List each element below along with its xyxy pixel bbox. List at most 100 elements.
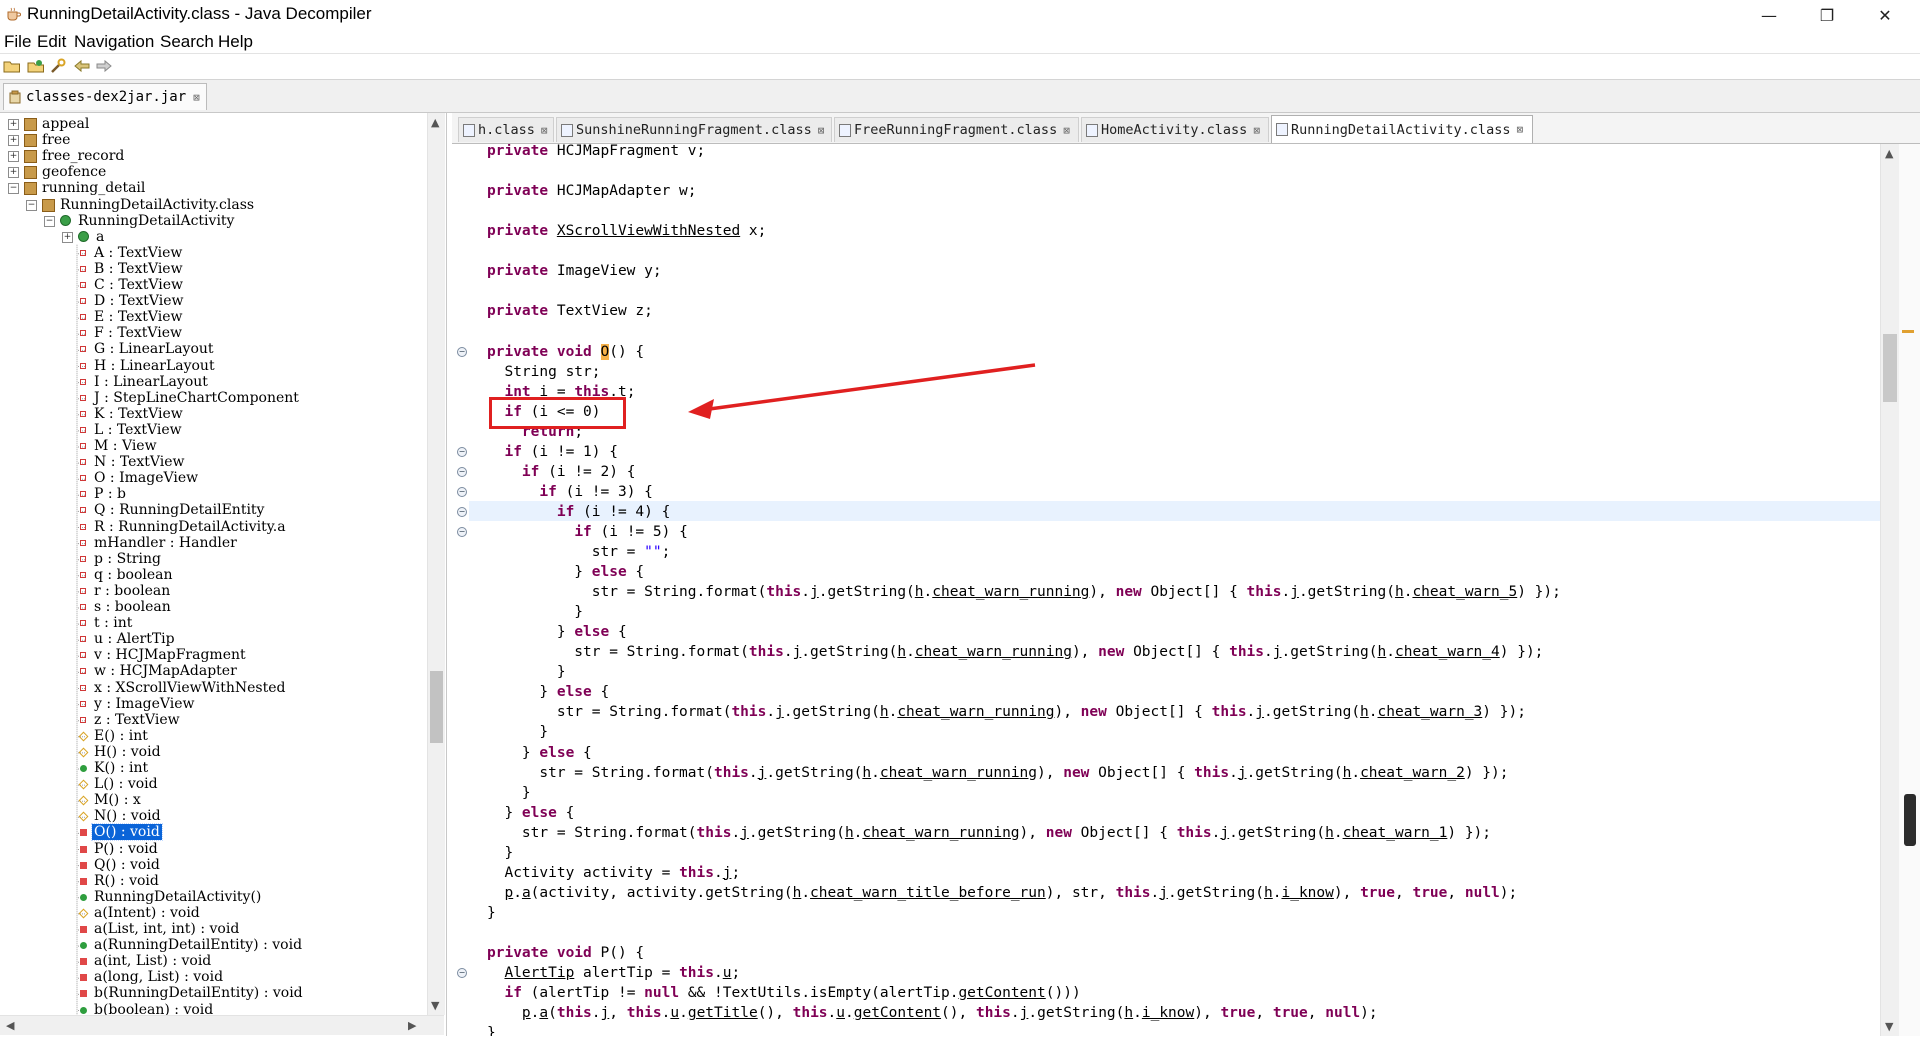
tree-item[interactable]: p : String xyxy=(92,551,163,567)
tree-item[interactable]: F : TextView xyxy=(92,325,184,341)
tree-scroll-thumb[interactable] xyxy=(430,671,443,743)
tree-item[interactable]: M() : x xyxy=(92,792,143,808)
tree-item[interactable]: G : LinearLayout xyxy=(92,341,216,357)
tree-item[interactable]: D : TextView xyxy=(92,293,186,309)
menu-help[interactable]: Help xyxy=(218,32,253,52)
fold-collapse-icon[interactable]: − xyxy=(457,486,467,497)
tree-item[interactable]: RunningDetailActivity() xyxy=(92,889,263,905)
editor-tab-running-detail[interactable]: RunningDetailActivity.class ⊠ xyxy=(1271,115,1533,143)
maximize-button[interactable]: ❐ xyxy=(1804,0,1850,30)
fold-collapse-icon[interactable]: − xyxy=(457,968,467,979)
tree-item[interactable]: RunningDetailActivity.class xyxy=(58,197,256,213)
tree-expander-icon[interactable]: + xyxy=(8,151,19,163)
tree-item[interactable]: R : RunningDetailActivity.a xyxy=(92,519,288,535)
editor-vertical-scrollbar[interactable]: ▲ ▼ xyxy=(1880,144,1899,1036)
tree-item[interactable]: P : b xyxy=(92,486,128,502)
tree-horizontal-scrollbar[interactable]: ◀ ▶ xyxy=(0,1015,444,1035)
wrench-icon[interactable] xyxy=(49,58,67,74)
tree-expander-icon[interactable]: + xyxy=(62,231,73,243)
menu-navigation[interactable]: Navigation xyxy=(74,32,154,52)
tree-item[interactable]: appeal xyxy=(40,116,91,132)
close-tab-icon[interactable]: ⊠ xyxy=(818,124,825,137)
tree-item[interactable]: v : HCJMapFragment xyxy=(92,647,248,663)
tree-item[interactable]: P() : void xyxy=(92,841,160,857)
file-tab-jar[interactable]: classes-dex2jar.jar ⊠ xyxy=(3,83,207,110)
back-icon[interactable] xyxy=(73,58,91,74)
tree-item[interactable]: mHandler : Handler xyxy=(92,535,239,551)
tree-item[interactable]: y : ImageView xyxy=(92,696,197,712)
scroll-down-arrow-icon[interactable]: ▼ xyxy=(1885,1020,1893,1033)
fold-collapse-icon[interactable]: − xyxy=(457,506,467,517)
tree-expander-icon[interactable]: − xyxy=(26,199,37,211)
tree-item[interactable]: z : TextView xyxy=(92,712,182,728)
tree-item[interactable]: u : AlertTip xyxy=(92,631,177,647)
tree-item[interactable]: B : TextView xyxy=(92,261,185,277)
close-tab-icon[interactable]: ⊠ xyxy=(1516,123,1523,136)
scroll-left-arrow-icon[interactable]: ◀ xyxy=(6,1019,14,1032)
tree-item[interactable]: w : HCJMapAdapter xyxy=(92,663,239,679)
tree-item[interactable]: b(RunningDetailEntity) : void xyxy=(92,985,305,1001)
tree-item[interactable]: M : View xyxy=(92,438,159,454)
tree-item[interactable]: r : boolean xyxy=(92,583,172,599)
open-file-icon[interactable] xyxy=(3,58,21,74)
overview-handle[interactable] xyxy=(1904,794,1916,846)
tree-item[interactable]: C : TextView xyxy=(92,277,185,293)
tree-item[interactable]: s : boolean xyxy=(92,599,173,615)
menu-file[interactable]: File xyxy=(4,32,31,52)
tree-vertical-scrollbar[interactable]: ▲ ▼ xyxy=(427,113,445,1015)
editor-tab-sunshine[interactable]: SunshineRunningFragment.class ⊠ xyxy=(556,117,832,142)
tree-item[interactable]: x : XScrollViewWithNested xyxy=(92,680,287,696)
tree-item[interactable]: Q : RunningDetailEntity xyxy=(92,502,266,518)
tree-expander-icon[interactable]: + xyxy=(8,167,19,179)
tree-item[interactable]: H : LinearLayout xyxy=(92,358,217,374)
tree-item[interactable]: E : TextView xyxy=(92,309,185,325)
tree-item[interactable]: R() : void xyxy=(92,873,161,889)
editor-scroll-thumb[interactable] xyxy=(1883,334,1897,402)
tree-expander-icon[interactable]: − xyxy=(8,183,19,195)
tree-item[interactable]: J : StepLineChartComponent xyxy=(92,390,301,406)
fold-collapse-icon[interactable]: − xyxy=(457,466,467,477)
menu-search[interactable]: Search xyxy=(160,32,214,52)
tree-item[interactable]: free xyxy=(40,132,72,148)
scroll-down-arrow-icon[interactable]: ▼ xyxy=(431,999,439,1012)
tree-expander-icon[interactable]: + xyxy=(8,135,19,147)
tree-item[interactable]: N : TextView xyxy=(92,454,187,470)
scroll-up-arrow-icon[interactable]: ▲ xyxy=(1885,147,1893,160)
tree-item[interactable]: L : TextView xyxy=(92,422,184,438)
editor-tab-h[interactable]: h.class ⊠ xyxy=(458,117,554,142)
fold-collapse-icon[interactable]: − xyxy=(457,526,467,537)
tree-item[interactable]: a(int, List) : void xyxy=(92,953,213,969)
tree-item[interactable]: running_detail xyxy=(40,180,147,196)
tree-item[interactable]: t : int xyxy=(92,615,134,631)
scroll-right-arrow-icon[interactable]: ▶ xyxy=(408,1019,416,1032)
tree-item[interactable]: Q() : void xyxy=(92,857,162,873)
fold-collapse-icon[interactable]: − xyxy=(457,346,467,357)
tree-item[interactable]: a(Intent) : void xyxy=(92,905,202,921)
close-tab-icon[interactable]: ⊠ xyxy=(1253,124,1260,137)
tree-item[interactable]: q : boolean xyxy=(92,567,175,583)
tree-item[interactable]: RunningDetailActivity xyxy=(76,213,236,229)
tree-item[interactable]: N() : void xyxy=(92,808,163,824)
tree-item[interactable]: E() : int xyxy=(92,728,150,744)
minimize-button[interactable]: — xyxy=(1746,0,1792,30)
tree-item[interactable]: I : LinearLayout xyxy=(92,374,210,390)
tree-item[interactable]: L() : void xyxy=(92,776,160,792)
close-tab-icon[interactable]: ⊠ xyxy=(1063,124,1070,137)
tree-item[interactable]: K() : int xyxy=(92,760,150,776)
tree-item[interactable]: O : ImageView xyxy=(92,470,200,486)
tree-expander-icon[interactable]: − xyxy=(44,215,55,227)
tree-expander-icon[interactable]: + xyxy=(8,119,19,130)
tree-item[interactable]: O() : void xyxy=(91,823,163,842)
forward-icon[interactable] xyxy=(95,58,113,74)
tree-item[interactable]: free_record xyxy=(40,148,126,164)
tree-item[interactable]: a(RunningDetailEntity) : void xyxy=(92,937,304,953)
menu-edit[interactable]: Edit xyxy=(37,32,66,52)
tree-item[interactable]: K : TextView xyxy=(92,406,185,422)
scroll-up-arrow-icon[interactable]: ▲ xyxy=(431,116,439,129)
tree-item[interactable]: a xyxy=(94,229,106,245)
close-tab-icon[interactable]: ⊠ xyxy=(541,124,548,137)
tree-item[interactable]: A : TextView xyxy=(92,245,184,261)
fold-collapse-icon[interactable]: − xyxy=(457,446,467,457)
close-button[interactable]: ✕ xyxy=(1862,0,1908,30)
editor-tab-home[interactable]: HomeActivity.class ⊠ xyxy=(1081,117,1269,142)
